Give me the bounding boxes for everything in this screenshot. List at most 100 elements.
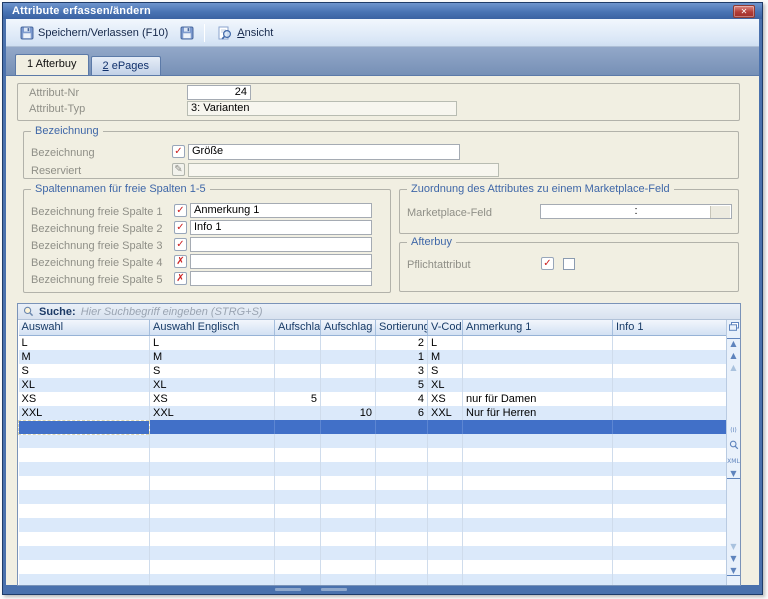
tab-strip: 1 Afterbuy 2 ePages <box>6 47 759 75</box>
spalte5-label: Bezeichnung freie Spalte 5 <box>31 274 163 286</box>
col-auswahl-englisch[interactable]: Auswahl Englisch <box>149 320 275 336</box>
grid-nav-strip: ▲ ▲ ▲ (I) XML ▼ ▼ ▼ ▼ <box>726 320 740 585</box>
search-label: Suche: <box>39 305 76 318</box>
scroll-down-icon[interactable]: ▼ <box>727 554 740 563</box>
check-flag-icon: ✓ <box>172 145 185 158</box>
spalte2-label: Bezeichnung freie Spalte 2 <box>31 223 163 235</box>
pflichtattribut-checkbox[interactable] <box>563 258 575 270</box>
empty-row[interactable] <box>18 518 728 532</box>
spalte4-field[interactable] <box>190 254 372 269</box>
bezeichnung-group-title: Bezeichnung <box>31 125 103 137</box>
grid-table-area: Auswahl Auswahl Englisch Aufschlag Aufsc… <box>18 320 728 585</box>
tab-afterbuy[interactable]: 1 Afterbuy <box>15 54 89 75</box>
spalte3-label: Bezeichnung freie Spalte 3 <box>31 240 163 252</box>
go-last-row-icon[interactable]: ▼ <box>727 566 740 576</box>
search-placeholder: Hier Suchbegriff eingeben (STRG+S) <box>80 305 263 318</box>
grid-search-bar[interactable]: Suche: Hier Suchbegriff eingeben (STRG+S… <box>18 304 740 320</box>
empty-row[interactable] <box>18 462 728 476</box>
table-row[interactable]: MM1M <box>18 349 728 364</box>
check-flag-icon: ✓ <box>541 257 554 270</box>
spalte5-field[interactable] <box>190 271 372 286</box>
spalten-group-title: Spaltennamen für freie Spalten 1-5 <box>31 183 210 195</box>
empty-row[interactable] <box>18 476 728 490</box>
col-anmerkung-1[interactable]: Anmerkung 1 <box>462 320 613 336</box>
title-bar[interactable]: Attribute erfassen/ändern ✕ <box>3 3 762 19</box>
attribut-nr-field[interactable]: 24 <box>187 85 251 100</box>
marketplace-label: Marketplace-Feld <box>407 207 492 219</box>
window-title: Attribute erfassen/ändern <box>12 5 151 17</box>
marketplace-group-title: Zuordnung des Attributes zu einem Market… <box>407 183 674 195</box>
reserviert-label: Reserviert <box>31 165 82 177</box>
attribut-nr-label: Attribut-Nr <box>29 87 80 99</box>
table-row[interactable]: XL XL 5 XL <box>18 377 728 392</box>
bezeichnung-label: Bezeichnung <box>31 147 95 159</box>
page-up-icon[interactable]: ▲ <box>727 363 740 372</box>
attribut-typ-label: Attribut-Typ <box>29 103 86 115</box>
grid-search-icon[interactable] <box>727 440 740 452</box>
grid-body: LL2L MM1M SS3S XL XL 5 XL XS XS 5 4 XS n… <box>18 335 728 585</box>
tab-epages[interactable]: 2 ePages <box>90 56 162 75</box>
col-sortierung[interactable]: Sortierung <box>375 320 428 336</box>
preview-icon <box>218 26 232 39</box>
spalte1-label: Bezeichnung freie Spalte 1 <box>31 206 163 218</box>
spalte3-field[interactable] <box>190 237 372 252</box>
save-icon <box>20 26 34 39</box>
empty-row[interactable] <box>18 574 728 585</box>
table-row[interactable]: XS XS 5 4 XS nur für Damen <box>18 391 728 406</box>
xml-export-icon[interactable]: XML <box>727 457 740 466</box>
reserviert-field <box>188 163 499 177</box>
window-grip <box>321 588 347 591</box>
save-icon <box>180 26 194 39</box>
page-down-icon[interactable]: ▼ <box>727 542 740 551</box>
empty-row[interactable] <box>18 532 728 546</box>
autosize-columns-icon[interactable]: (I) <box>727 426 740 435</box>
column-chooser-icon[interactable] <box>727 322 740 333</box>
save-exit-label: Speichern/Verlassen (F10) <box>38 26 169 39</box>
search-icon <box>23 306 34 317</box>
values-grid: Suche: Hier Suchbegriff eingeben (STRG+S… <box>17 303 741 586</box>
empty-row[interactable] <box>18 448 728 462</box>
window: Attribute erfassen/ändern ✕ Speichern/Ve… <box>2 2 763 595</box>
spalte1-field[interactable]: Anmerkung 1 <box>190 203 372 218</box>
empty-row[interactable] <box>18 490 728 504</box>
check-flag-icon: ✓ <box>174 221 187 234</box>
ansicht-label: Ansicht <box>237 26 274 39</box>
x-flag-icon: ✗ <box>174 272 187 285</box>
toolbar: Speichern/Verlassen (F10) Ansicht <box>6 19 759 47</box>
col-info-1[interactable]: Info 1 <box>612 320 728 336</box>
attribut-typ-field[interactable]: 3: Varianten <box>187 101 457 116</box>
marketplace-field[interactable]: : <box>540 204 732 219</box>
empty-row[interactable] <box>18 560 728 574</box>
close-icon: ✕ <box>740 7 748 16</box>
check-flag-icon: ✓ <box>174 204 187 217</box>
table-row[interactable]: XXL XXL 10 6 XXL Nur für Herren <box>18 405 728 420</box>
table-row[interactable]: LL2L <box>18 335 728 350</box>
check-flag-icon: ✓ <box>174 238 187 251</box>
window-client: Speichern/Verlassen (F10) Ansicht 1 Afte… <box>6 19 759 586</box>
close-button[interactable]: ✕ <box>733 5 755 18</box>
spalte4-label: Bezeichnung freie Spalte 4 <box>31 257 163 269</box>
col-aufschlag[interactable]: Aufschlag <box>274 320 321 336</box>
save-exit-button[interactable]: Speichern/Verlassen (F10) <box>14 23 174 43</box>
empty-row[interactable] <box>18 504 728 518</box>
table-header-row: Auswahl Auswahl Englisch Aufschlag Aufsc… <box>18 320 728 336</box>
pflichtattribut-label: Pflichtattribut <box>407 259 471 271</box>
selected-row[interactable] <box>18 419 728 435</box>
empty-row[interactable] <box>18 546 728 560</box>
pencil-icon: ✎ <box>172 163 185 176</box>
save-button[interactable] <box>174 23 200 43</box>
spalte2-field[interactable]: Info 1 <box>190 220 372 235</box>
ansicht-button[interactable]: Ansicht <box>211 23 279 43</box>
col-auswahl[interactable]: Auswahl <box>18 320 150 336</box>
afterbuy-group-title: Afterbuy <box>407 236 456 248</box>
empty-row[interactable] <box>18 434 728 448</box>
col-aufschlag-euro[interactable]: Aufschlag € <box>320 320 376 336</box>
bezeichnung-field[interactable]: Größe <box>188 144 460 160</box>
go-first-row-icon[interactable]: ▲ <box>727 338 740 348</box>
marketplace-picker-button[interactable] <box>710 206 730 218</box>
scroll-up-icon[interactable]: ▲ <box>727 351 740 360</box>
table-row[interactable]: SS3S <box>18 363 728 378</box>
filter-icon[interactable]: ▼ <box>727 469 740 479</box>
window-grip <box>275 588 301 591</box>
col-vcode[interactable]: V-Code <box>427 320 463 336</box>
